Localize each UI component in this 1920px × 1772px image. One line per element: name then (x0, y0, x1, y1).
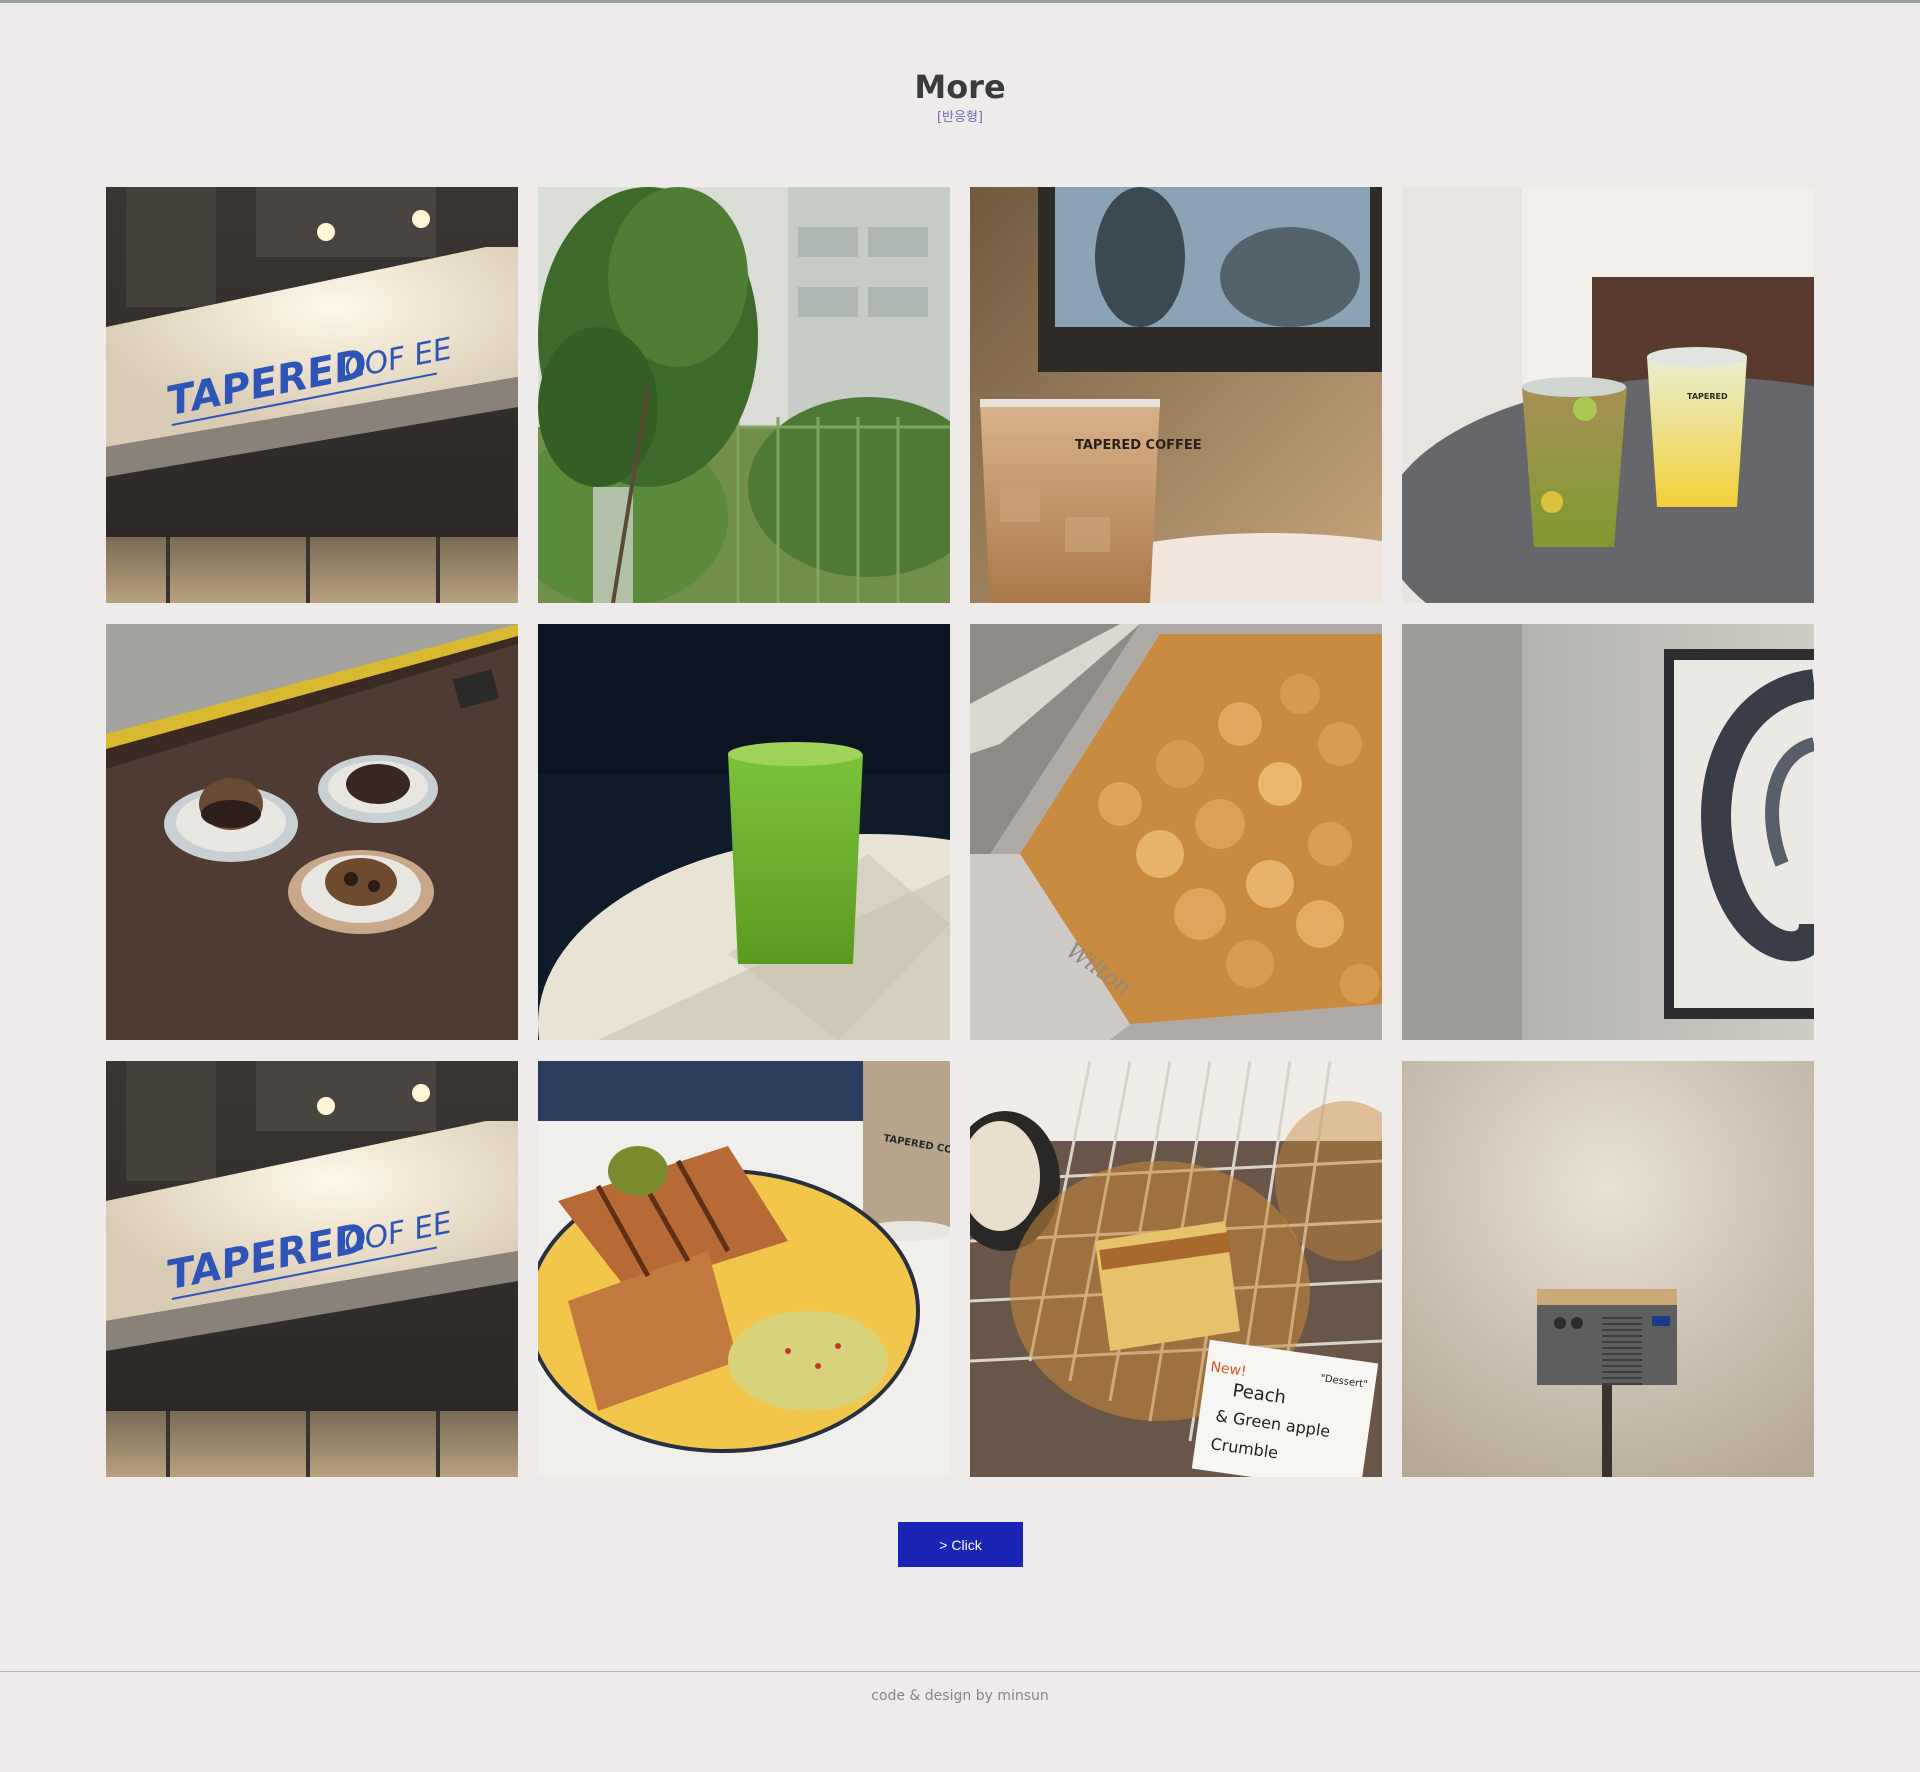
radio-photo-image (1402, 1061, 1814, 1477)
gallery-photo-green-juice[interactable] (538, 624, 950, 1040)
more-click-button[interactable]: > Click (898, 1522, 1023, 1567)
latte-photo-image: TAPERED COFFEE (970, 187, 1382, 603)
gallery-photo-pastries[interactable]: New! Peach & Green apple Crumble "Desser… (970, 1061, 1382, 1477)
tree-photo-image (538, 187, 950, 603)
gallery-photo-latte[interactable]: TAPERED COFFEE (970, 187, 1382, 603)
photo-gallery: TAPERED COF EE TAPERED COFFEE TAPERED Wi… (106, 187, 1814, 1477)
gallery-photo-iced-teas[interactable]: TAPERED (1402, 187, 1814, 603)
section-heading: More [반응형] (0, 64, 1920, 126)
framed-art-photo-image (1402, 624, 1814, 1040)
gallery-photo-radio[interactable] (1402, 1061, 1814, 1477)
footer-credit: code & design by minsun (871, 1688, 1049, 1704)
gallery-photo-sign[interactable]: TAPERED COF EE (106, 1061, 518, 1477)
gallery-photo-cookies[interactable] (106, 624, 518, 1040)
top-divider (0, 0, 1920, 3)
iced-teas-photo-image: TAPERED (1402, 187, 1814, 603)
gallery-photo-tree[interactable] (538, 187, 950, 603)
tea-cup-text: TAPERED (1687, 392, 1728, 401)
sign-photo-image: TAPERED COF EE (106, 187, 518, 603)
gallery-photo-crumble[interactable]: Wilton (970, 624, 1382, 1040)
page-subtitle: [반응형] (936, 110, 984, 125)
panini-photo-image: TAPERED COFFEE (538, 1061, 950, 1477)
gallery-photo-sign[interactable]: TAPERED COF EE (106, 187, 518, 603)
green-juice-photo-image (538, 624, 950, 1040)
crumble-photo-image: Wilton (970, 624, 1382, 1040)
sign-photo-image: TAPERED COF EE (106, 1061, 518, 1477)
page-title: More (914, 68, 1006, 106)
gallery-photo-framed-art[interactable] (1402, 624, 1814, 1040)
gallery-photo-panini[interactable]: TAPERED COFFEE (538, 1061, 950, 1477)
pastries-photo-image: New! Peach & Green apple Crumble "Desser… (970, 1061, 1382, 1477)
cookies-photo-image (106, 624, 518, 1040)
latte-cup-text: TAPERED COFFEE (1075, 438, 1202, 453)
footer-divider (0, 1671, 1920, 1672)
